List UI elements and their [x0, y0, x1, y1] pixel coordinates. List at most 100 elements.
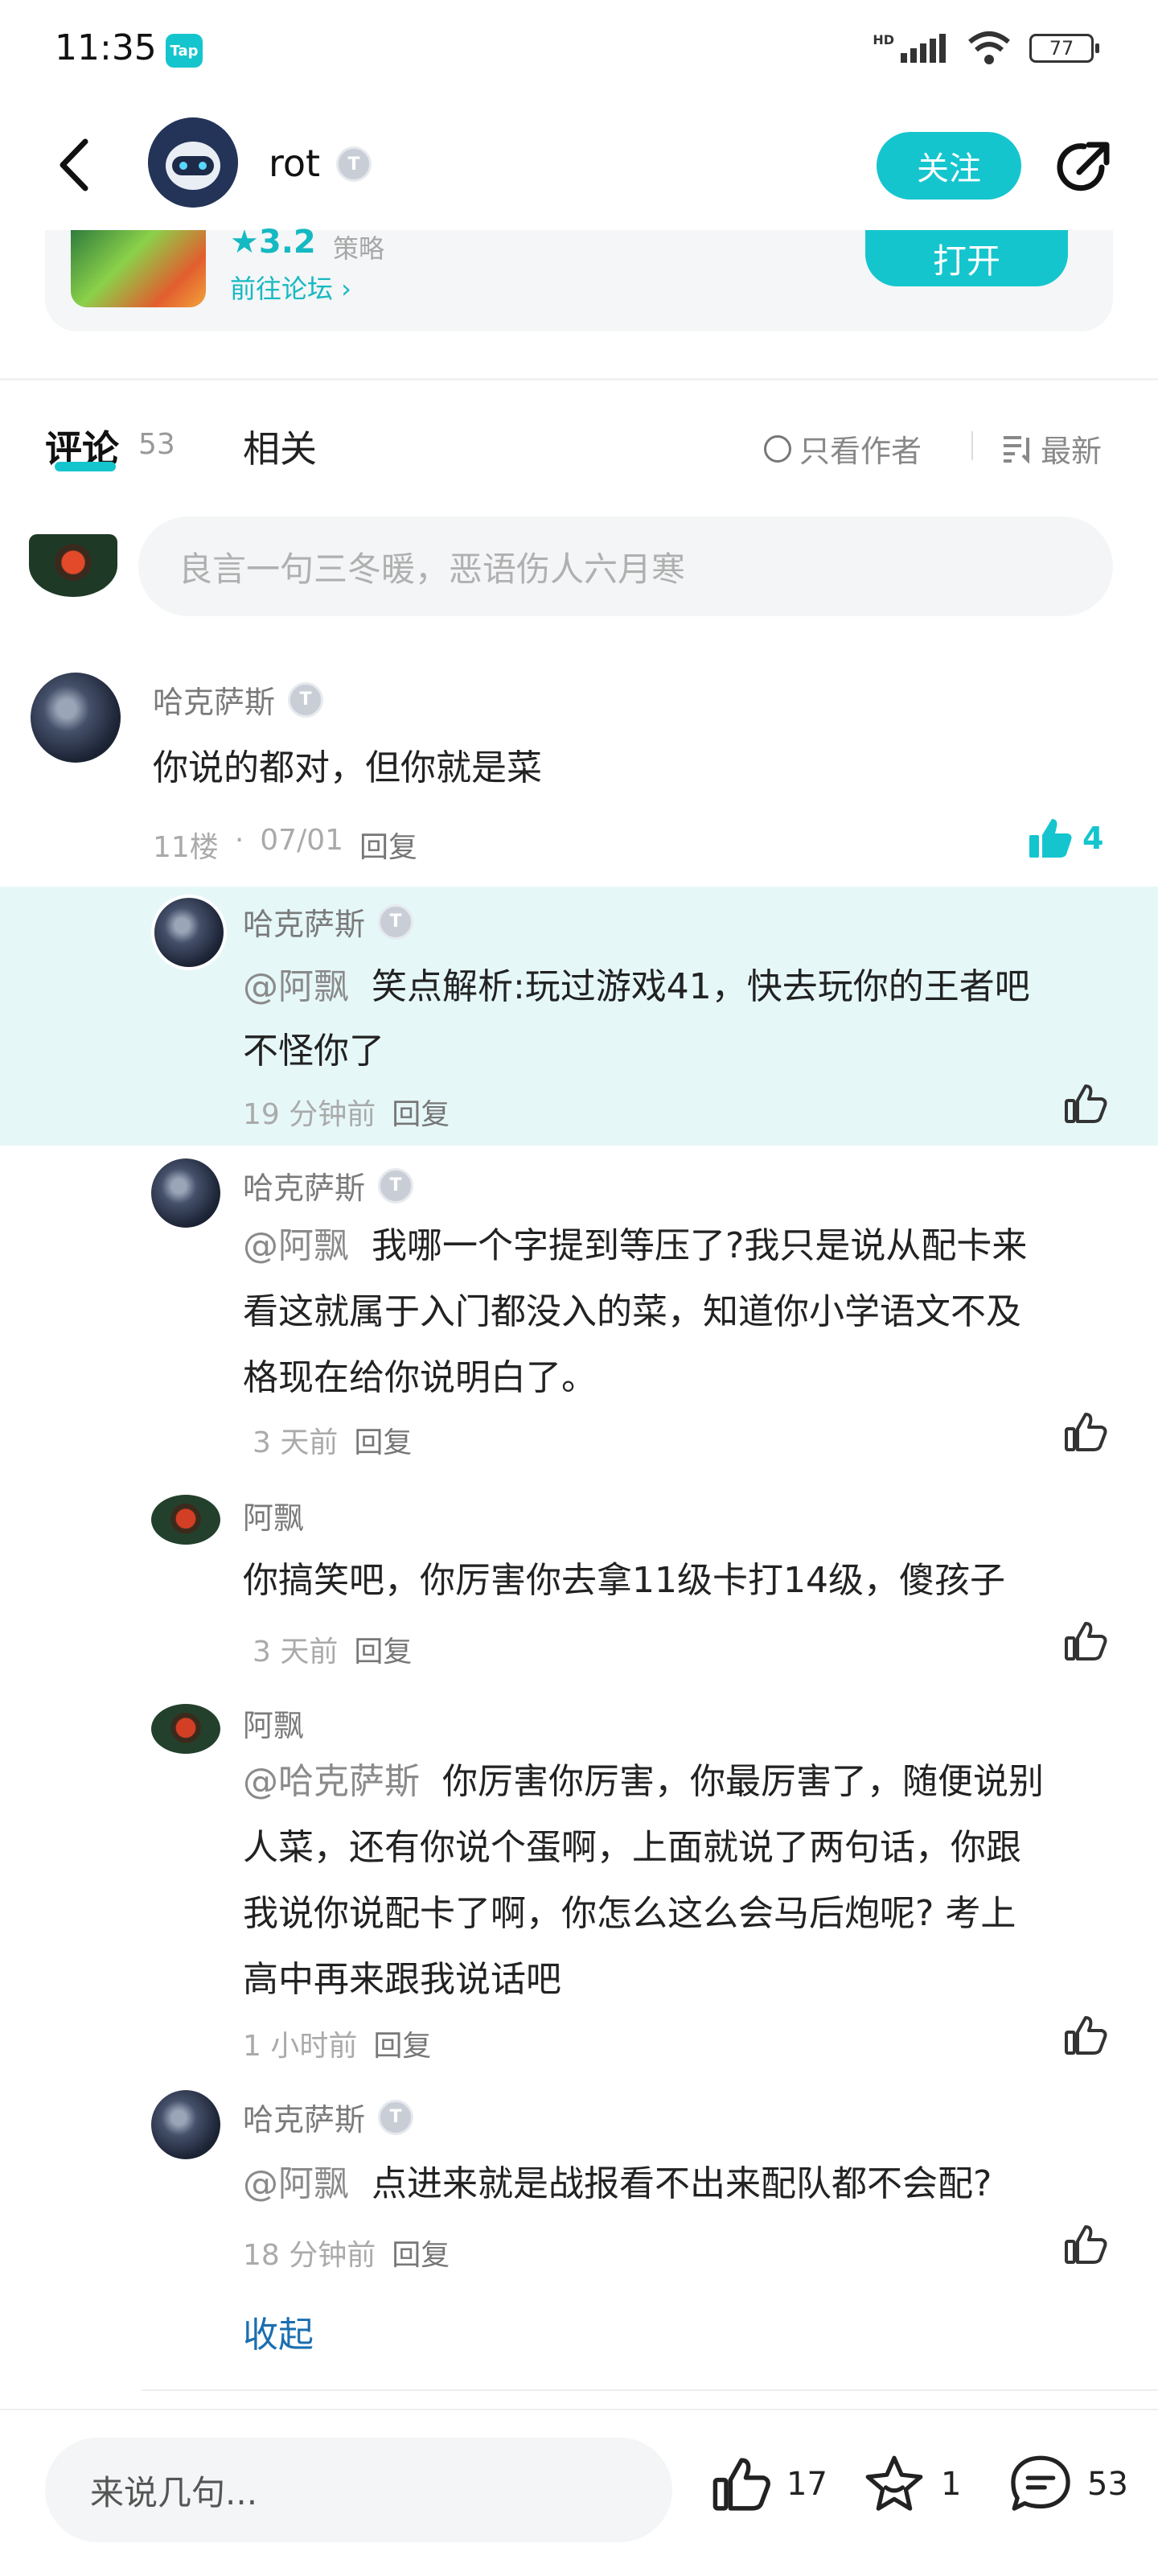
comment-date: 07/01	[260, 824, 344, 857]
reply-text: @阿飘 我哪一个字提到等压了?我只是说从配卡来	[243, 1213, 1027, 1279]
sort-label: 最新	[1041, 434, 1103, 469]
author-only-label: 只看作者	[799, 434, 922, 469]
reply-line-1: 你厉害你厉害，你最厉害了，随便说别	[441, 1761, 1044, 1802]
mention[interactable]: @哈克萨斯	[243, 1761, 420, 1802]
my-avatar	[29, 534, 117, 597]
robot-avatar-icon	[148, 117, 238, 208]
comment-input[interactable]: 良言一句三冬暖，恶语伤人六月寒	[138, 516, 1113, 616]
mention[interactable]: @阿飘	[243, 966, 349, 1007]
avatar[interactable]	[151, 2090, 220, 2159]
mention[interactable]: @阿飘	[243, 2163, 349, 2204]
game-rating: ★3.2	[230, 224, 316, 261]
status-icons: HD 77	[873, 31, 1099, 66]
comment-username[interactable]: 哈克萨斯 T	[153, 677, 324, 722]
avatar[interactable]	[151, 895, 227, 970]
follow-button[interactable]: 关注	[877, 132, 1021, 200]
level-badge: T	[288, 681, 324, 718]
bottom-comment-button[interactable]: 53	[1008, 2454, 1128, 2515]
level-badge: T	[378, 1167, 414, 1204]
reply-line-3: 我说你说配卡了啊，你怎么这么会马后炮呢? 考上	[243, 1893, 1016, 1934]
reply-line-2: 人菜，还有你说个蛋啊，上面就说了两句话，你跟	[243, 1827, 1021, 1868]
username-label: 阿飘	[243, 1708, 305, 1743]
username-label: 哈克萨斯	[243, 2102, 366, 2138]
star-icon	[865, 2455, 923, 2511]
mention[interactable]: @阿飘	[243, 1225, 349, 1266]
share-icon[interactable]	[1052, 135, 1116, 200]
reply-line-1: 你搞笑吧，你厉害你去拿11级卡打14级，傻孩子	[243, 1560, 1005, 1601]
wifi-icon	[968, 31, 1010, 64]
bottom-like-count: 17	[786, 2466, 827, 2503]
reply-text: @阿飘 笑点解析:玩过游戏41，快去玩你的王者吧	[243, 954, 1030, 1020]
bottom-favorite-button[interactable]: 1	[862, 2454, 961, 2515]
chevron-left-icon[interactable]	[55, 137, 93, 193]
bottom-like-button[interactable]: 17	[711, 2454, 827, 2515]
reply-username[interactable]: 阿飘	[243, 1493, 304, 1537]
reply-time: 19 分钟前	[243, 1098, 376, 1131]
like-button[interactable]: 4	[1028, 816, 1103, 861]
reply-time: 3 天前	[253, 1426, 339, 1459]
comment-text: 你说的都对，但你就是菜	[153, 747, 542, 788]
tab-active-indicator	[55, 462, 116, 471]
reply-button[interactable]: 回复	[359, 824, 417, 866]
reply-username[interactable]: 哈克萨斯 T	[243, 899, 414, 944]
comment-bubble-icon	[1011, 2455, 1070, 2511]
reply-username[interactable]: 哈克萨斯 T	[243, 2095, 414, 2139]
reply-time: 1 小时前	[243, 2030, 358, 2063]
thumbs-up-filled-icon	[1029, 819, 1072, 858]
signal-icon	[901, 34, 946, 63]
avatar[interactable]	[151, 1158, 220, 1228]
reply-line-1: 我哪一个字提到等压了?我只是说从配卡来	[371, 1225, 1028, 1266]
status-time: 11:35	[55, 27, 157, 68]
hd-label: HD	[873, 31, 894, 47]
floor-number: 11楼	[153, 831, 219, 864]
level-badge: T	[378, 903, 414, 940]
open-game-button[interactable]: 打开	[865, 230, 1068, 286]
thumbs-up-icon[interactable]	[1063, 1619, 1108, 1664]
reply-button[interactable]: 回复	[392, 1091, 450, 1133]
comment-meta: 11楼 · 07/01 回复	[153, 824, 417, 866]
thumbs-up-icon[interactable]	[1063, 1409, 1108, 1455]
section-divider	[0, 378, 1158, 381]
battery-icon: 77	[1029, 34, 1099, 63]
bottom-favorite-count: 1	[941, 2466, 962, 2503]
username-label: 阿飘	[243, 1500, 305, 1536]
tab-related[interactable]: 相关	[243, 420, 317, 473]
reply-button[interactable]: 回复	[354, 1628, 412, 1670]
forum-link[interactable]: 前往论坛 ›	[230, 269, 351, 306]
reply-button[interactable]: 回复	[354, 1419, 412, 1461]
reply-line-2: 看这就属于入门都没入的菜，知道你小学语文不及	[243, 1291, 1021, 1332]
thumbs-up-icon[interactable]	[1063, 1081, 1108, 1126]
reply-username[interactable]: 哈克萨斯 T	[243, 1163, 414, 1208]
reply-meta: 19 分钟前 回复	[243, 1091, 450, 1133]
reply-meta: 3 天前 回复	[253, 1628, 412, 1670]
reply-time: 18 分钟前	[243, 2239, 376, 2272]
profile-name: rot	[269, 142, 321, 185]
thumbs-up-icon[interactable]	[1063, 2222, 1108, 2267]
author-only-toggle[interactable]: 只看作者	[764, 426, 922, 471]
username-label: 哈克萨斯	[243, 907, 366, 942]
radio-icon	[764, 434, 791, 463]
like-count: 4	[1082, 821, 1104, 856]
username-label: 哈克萨斯	[243, 1171, 366, 1206]
reply-line-2: 不怪你了	[243, 1031, 384, 1072]
avatar[interactable]	[151, 1495, 220, 1545]
reply-username[interactable]: 阿飘	[243, 1701, 304, 1745]
filter-separator	[971, 431, 973, 460]
reply-line-1: 笑点解析:玩过游戏41，快去玩你的王者吧	[371, 966, 1030, 1007]
bottom-comment-input[interactable]: 来说几句...	[45, 2438, 672, 2542]
avatar[interactable]	[31, 673, 121, 763]
profile-avatar[interactable]	[148, 117, 238, 208]
sort-icon	[1004, 435, 1029, 463]
level-badge: T	[378, 2099, 414, 2135]
game-icon[interactable]	[71, 230, 206, 307]
thumbs-up-icon[interactable]	[1063, 2013, 1108, 2058]
avatar[interactable]	[151, 1704, 220, 1754]
sort-button[interactable]: 最新	[1002, 426, 1102, 471]
reply-time: 3 天前	[253, 1636, 339, 1669]
comments-count: 53	[138, 428, 175, 461]
reply-button[interactable]: 回复	[373, 2023, 431, 2064]
reply-button[interactable]: 回复	[392, 2232, 450, 2274]
collapse-replies-button[interactable]: 收起	[243, 2306, 314, 2357]
reply-line-4: 高中再来跟我说话吧	[243, 1959, 561, 2000]
reply-text: @哈克萨斯 你厉害你厉害，你最厉害了，随便说别	[243, 1749, 1044, 1815]
